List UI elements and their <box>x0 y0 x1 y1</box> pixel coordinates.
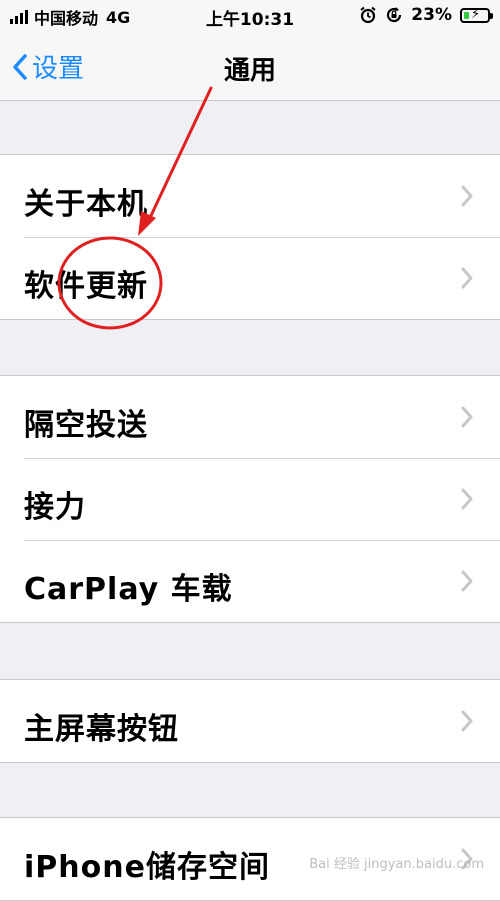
orientation-lock-icon <box>387 7 402 23</box>
navigation-bar: 设置 通用 <box>0 32 500 101</box>
row-airdrop[interactable]: 隔空投送 <box>0 376 500 458</box>
row-home-button[interactable]: 主屏幕按钮 <box>0 680 500 762</box>
row-label: CarPlay 车载 <box>24 572 233 607</box>
status-bar-right: 23% ⚡ <box>359 5 493 25</box>
row-label: 关于本机 <box>24 187 148 222</box>
status-bar: 中国移动 4G 上午10:31 23% ⚡ <box>0 0 500 32</box>
row-handoff[interactable]: 接力 <box>0 458 500 540</box>
chevron-right-icon <box>461 267 473 289</box>
row-label: 软件更新 <box>24 269 148 304</box>
settings-group-about: 关于本机 软件更新 <box>0 154 500 320</box>
battery-charging-icon: ⚡ <box>460 6 493 23</box>
chevron-right-icon <box>461 185 473 207</box>
chevron-right-icon <box>461 488 473 510</box>
row-label: iPhone储存空间 <box>24 850 270 885</box>
row-label: 接力 <box>24 490 86 525</box>
watermark: Bai 经验 jingyan.baidu.com <box>309 857 484 872</box>
chevron-right-icon <box>461 570 473 592</box>
row-label: 隔空投送 <box>24 408 148 443</box>
chevron-right-icon <box>461 406 473 428</box>
charging-bolt-icon: ⚡ <box>471 6 481 22</box>
row-label: 主屏幕按钮 <box>24 712 179 747</box>
battery-percent: 23% <box>411 5 452 25</box>
settings-group-continuity: 隔空投送 接力 CarPlay 车载 <box>0 375 500 623</box>
row-carplay[interactable]: CarPlay 车载 <box>0 540 500 622</box>
settings-group-home-button: 主屏幕按钮 <box>0 679 500 763</box>
row-software-update[interactable]: 软件更新 <box>0 237 500 319</box>
battery-fill <box>464 11 469 19</box>
chevron-right-icon <box>461 710 473 732</box>
alarm-icon <box>360 6 376 24</box>
row-about[interactable]: 关于本机 <box>0 155 500 237</box>
page-title: 通用 <box>223 56 276 86</box>
